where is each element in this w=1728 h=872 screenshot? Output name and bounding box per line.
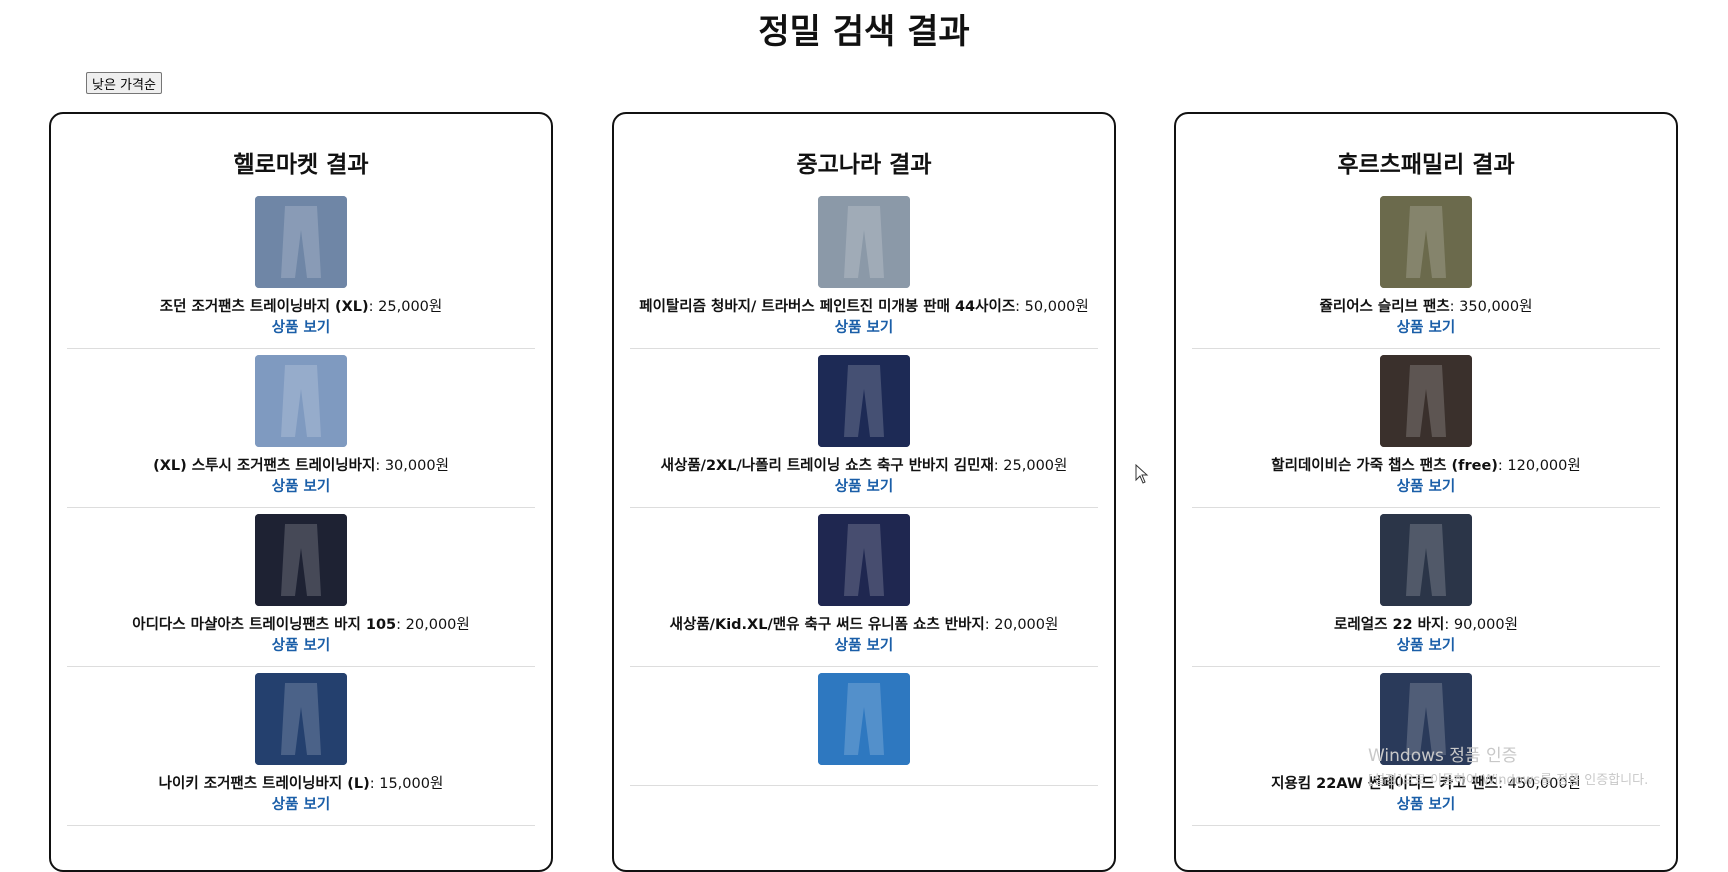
product-info: 쥴리어스 슬리브 팬츠: 350,000원 (1319, 299, 1533, 315)
product-title: 조던 조거팬츠 트레이닝바지 (XL) (159, 299, 369, 315)
product-title: 쥴리어스 슬리브 팬츠 (1319, 299, 1450, 315)
product-info: 나이키 조거팬츠 트레이닝바지 (L): 15,000원 (158, 776, 444, 792)
product-item: 페이탈리즘 청바지/ 트라버스 페인트진 미개봉 판매 44사이즈: 50,00… (630, 190, 1098, 349)
view-product-link[interactable]: 상품 보기 (835, 477, 893, 497)
windows-activation-watermark: Windows 정품 인증 (1368, 746, 1518, 766)
view-product-link[interactable]: 상품 보기 (835, 318, 893, 338)
view-product-link[interactable]: 상품 보기 (1397, 318, 1455, 338)
product-item (630, 667, 1098, 786)
product-info: 새상품/2XL/나폴리 트레이닝 쇼츠 축구 반바지 김민재: 25,000원 (660, 458, 1068, 474)
view-product-link[interactable]: 상품 보기 (835, 636, 893, 656)
product-thumbnail[interactable] (255, 514, 347, 606)
product-info: 로레얼즈 22 바지: 90,000원 (1334, 617, 1518, 633)
product-price: 15,000원 (379, 776, 444, 792)
product-price: 120,000원 (1507, 458, 1581, 474)
product-item: 나이키 조거팬츠 트레이닝바지 (L): 15,000원상품 보기 (67, 667, 535, 826)
product-item: 아디다스 마샬아츠 트레이닝팬츠 바지 105: 20,000원상품 보기 (67, 508, 535, 667)
product-info: (XL) 스투시 조거팬츠 트레이닝바지: 30,000원 (153, 458, 449, 474)
product-thumbnail[interactable] (1380, 355, 1472, 447)
product-info: 새상품/Kid.XL/맨유 축구 써드 유니폼 쇼츠 반바지: 20,000원 (669, 617, 1059, 633)
product-item: 새상품/Kid.XL/맨유 축구 써드 유니폼 쇼츠 반바지: 20,000원상… (630, 508, 1098, 667)
product-price: 90,000원 (1453, 617, 1518, 633)
product-title: 로레얼즈 22 바지 (1334, 617, 1445, 633)
view-product-link[interactable]: 상품 보기 (1397, 477, 1455, 497)
product-price: 25,000원 (1003, 458, 1068, 474)
pants-icon (818, 673, 910, 765)
product-price: 30,000원 (384, 458, 449, 474)
product-thumbnail[interactable] (255, 196, 347, 288)
view-product-link[interactable]: 상품 보기 (272, 636, 330, 656)
product-title: 할리데이비슨 가죽 챕스 팬츠 (free) (1271, 458, 1498, 474)
product-thumbnail[interactable] (818, 514, 910, 606)
product-thumbnail[interactable] (818, 196, 910, 288)
view-product-link[interactable]: 상품 보기 (272, 477, 330, 497)
product-item: 로레얼즈 22 바지: 90,000원상품 보기 (1192, 508, 1660, 667)
pants-icon (255, 196, 347, 288)
product-title: 페이탈리즘 청바지/ 트라버스 페인트진 미개봉 판매 44사이즈 (639, 299, 1016, 315)
product-item: 조던 조거팬츠 트레이닝바지 (XL): 25,000원상품 보기 (67, 190, 535, 349)
product-title: 아디다스 마샬아츠 트레이닝팬츠 바지 105 (132, 617, 397, 633)
view-product-link[interactable]: 상품 보기 (1397, 636, 1455, 656)
pants-icon (255, 514, 347, 606)
product-info: 아디다스 마샬아츠 트레이닝팬츠 바지 105: 20,000원 (132, 617, 470, 633)
pants-icon (255, 355, 347, 447)
panel-title: 헬로마켓 결과 (233, 152, 369, 178)
view-product-link[interactable]: 상품 보기 (272, 318, 330, 338)
panel-title: 후르츠패밀리 결과 (1337, 152, 1515, 178)
pants-icon (818, 355, 910, 447)
windows-activation-watermark-sub: [설정]으로 이동하여 Windows를 정품 인증합니다. (1368, 773, 1649, 788)
product-thumbnail[interactable] (818, 355, 910, 447)
mouse-cursor-icon (1135, 464, 1149, 484)
pants-icon (818, 514, 910, 606)
product-info: 조던 조거팬츠 트레이닝바지 (XL): 25,000원 (159, 299, 443, 315)
product-thumbnail[interactable] (1380, 514, 1472, 606)
product-title: 나이키 조거팬츠 트레이닝바지 (L) (158, 776, 370, 792)
panel-title: 중고나라 결과 (796, 152, 932, 178)
product-title: 새상품/Kid.XL/맨유 축구 써드 유니폼 쇼츠 반바지 (669, 617, 985, 633)
product-price: 50,000원 (1024, 299, 1089, 315)
pants-icon (1380, 196, 1472, 288)
product-item: 할리데이비슨 가죽 챕스 팬츠 (free): 120,000원상품 보기 (1192, 349, 1660, 508)
product-thumbnail[interactable] (818, 673, 910, 765)
product-thumbnail[interactable] (255, 673, 347, 765)
product-item: 쥴리어스 슬리브 팬츠: 350,000원상품 보기 (1192, 190, 1660, 349)
pants-icon (818, 196, 910, 288)
page-title: 정밀 검색 결과 (758, 12, 970, 52)
view-product-link[interactable]: 상품 보기 (272, 795, 330, 815)
product-price: 20,000원 (994, 617, 1059, 633)
product-price: 25,000원 (378, 299, 443, 315)
product-item: 새상품/2XL/나폴리 트레이닝 쇼츠 축구 반바지 김민재: 25,000원상… (630, 349, 1098, 508)
pants-icon (1380, 514, 1472, 606)
pants-icon (1380, 355, 1472, 447)
product-title: 새상품/2XL/나폴리 트레이닝 쇼츠 축구 반바지 김민재 (660, 458, 994, 474)
sort-low-price-button[interactable]: 낮은 가격순 (86, 72, 162, 94)
product-thumbnail[interactable] (255, 355, 347, 447)
product-item: (XL) 스투시 조거팬츠 트레이닝바지: 30,000원상품 보기 (67, 349, 535, 508)
product-info: 할리데이비슨 가죽 챕스 팬츠 (free): 120,000원 (1271, 458, 1581, 474)
results-panel: 헬로마켓 결과조던 조거팬츠 트레이닝바지 (XL): 25,000원상품 보기… (49, 112, 553, 872)
product-thumbnail[interactable] (1380, 196, 1472, 288)
results-panel: 중고나라 결과페이탈리즘 청바지/ 트라버스 페인트진 미개봉 판매 44사이즈… (612, 112, 1116, 872)
product-price: 350,000원 (1459, 299, 1533, 315)
product-info: 페이탈리즘 청바지/ 트라버스 페인트진 미개봉 판매 44사이즈: 50,00… (639, 299, 1089, 315)
product-price: 20,000원 (405, 617, 470, 633)
pants-icon (255, 673, 347, 765)
view-product-link[interactable]: 상품 보기 (1397, 795, 1455, 815)
product-title: (XL) 스투시 조거팬츠 트레이닝바지 (153, 458, 376, 474)
